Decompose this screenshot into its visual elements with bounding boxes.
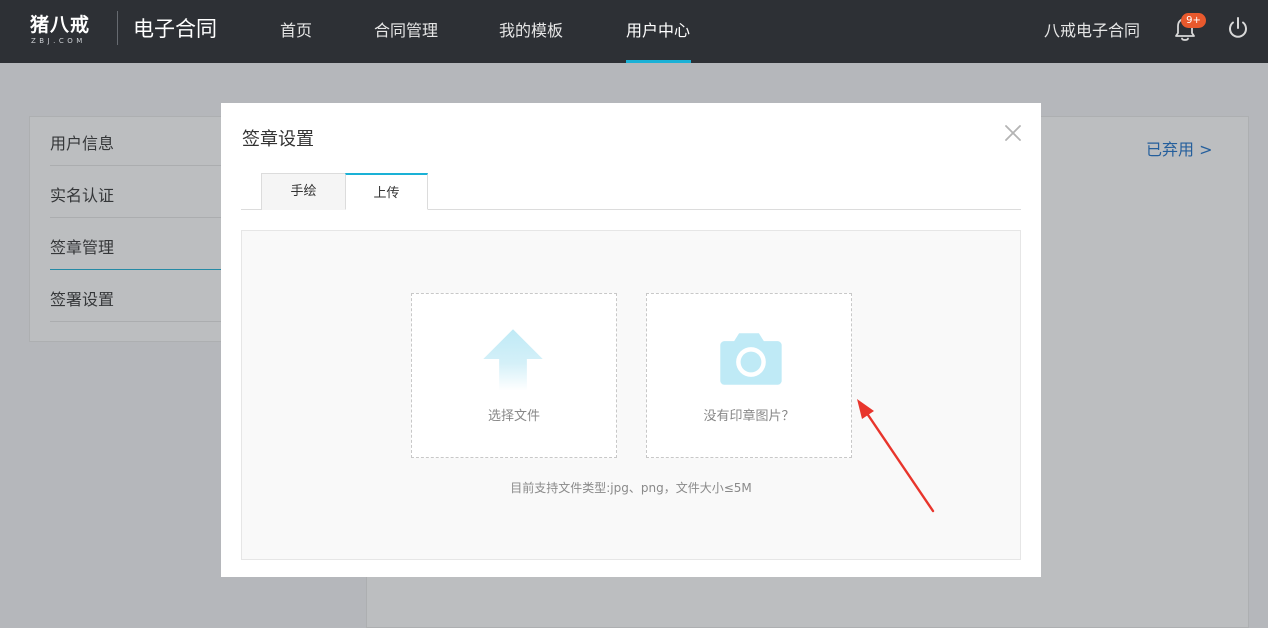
top-navbar: 猪八戒 ZBJ.COM 电子合同 首页 合同管理 我的模板 用户中心 八戒电子合…: [0, 0, 1268, 63]
logo-subtext: ZBJ.COM: [31, 37, 86, 45]
power-icon[interactable]: [1225, 14, 1251, 42]
select-file-box[interactable]: 选择文件: [411, 293, 617, 458]
tab-hand-draw[interactable]: 手绘: [261, 173, 346, 210]
logo-text: 猪八戒: [30, 14, 91, 36]
annotation-arrow-icon: [857, 399, 935, 513]
product-title[interactable]: 电子合同: [133, 13, 217, 43]
close-icon[interactable]: [1003, 123, 1023, 143]
notification-badge: 9+: [1181, 13, 1206, 28]
logo-divider: [117, 11, 118, 45]
upload-arrow-icon: [483, 329, 543, 391]
brand-link[interactable]: 八戒电子合同: [1044, 17, 1140, 41]
no-seal-image-label: 没有印章图片？: [703, 409, 795, 424]
camera-icon: [720, 333, 782, 385]
logo[interactable]: 猪八戒 ZBJ.COM: [30, 10, 110, 50]
no-seal-image-box[interactable]: 没有印章图片？: [646, 293, 852, 458]
nav-item-user-center[interactable]: 用户中心: [626, 17, 690, 41]
select-file-label: 选择文件: [487, 409, 540, 424]
nav-item-contract-management[interactable]: 合同管理: [374, 17, 438, 41]
nav-item-my-templates[interactable]: 我的模板: [499, 17, 563, 41]
tab-upload[interactable]: 上传: [345, 173, 428, 210]
nav-item-home[interactable]: 首页: [280, 17, 312, 41]
modal-title: 签章设置: [242, 129, 314, 150]
